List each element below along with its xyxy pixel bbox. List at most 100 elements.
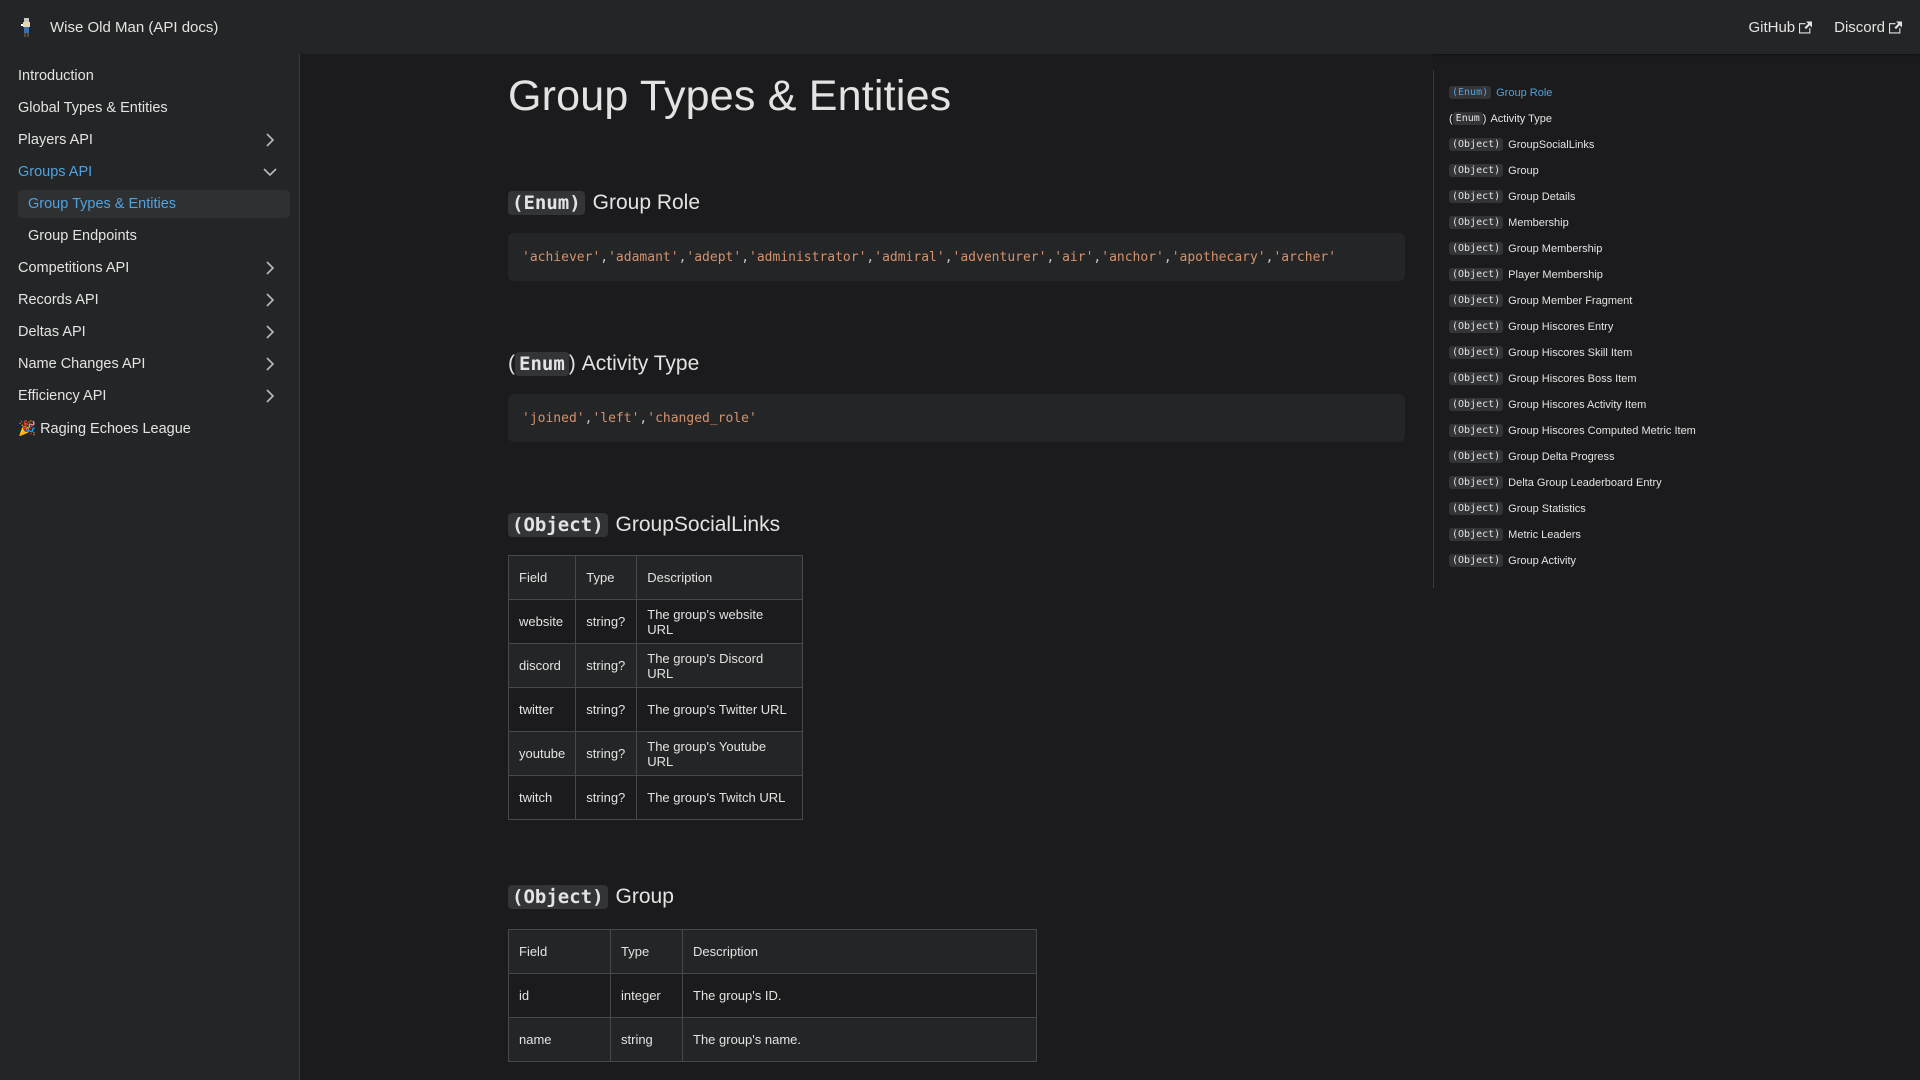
sidebar-item-introduction[interactable]: Introduction (9, 62, 290, 90)
toc-item[interactable]: (Object) Group Member Fragment (1449, 290, 1733, 311)
section-heading[interactable]: (Enum) Group Role (508, 191, 1405, 215)
sidebar-item-players-api[interactable]: Players API (9, 126, 290, 154)
table-of-contents: (Enum) Group Role (Enum) Activity Type (Obje… (1433, 70, 1733, 588)
type-tag: (Enum) (508, 191, 585, 215)
toc-item[interactable]: (Object) Group Hiscores Computed Metric I… (1449, 420, 1733, 441)
table-header-cell: Description (636, 555, 804, 600)
sidebar-item-label: Records API (18, 292, 99, 308)
sidebar-item-group-types[interactable]: Group Types & Entities (18, 190, 290, 218)
toc-item[interactable]: (Object) Group Activity (1449, 550, 1733, 571)
code-string: 'apothecary' (1171, 249, 1266, 265)
table-cell: youtube (507, 731, 577, 776)
toc-item[interactable]: (Object) Group Hiscores Boss Item (1449, 368, 1733, 389)
section-heading[interactable]: (Object) Group (508, 885, 1405, 909)
sidebar-item-name-changes-api[interactable]: Name Changes API (9, 350, 290, 378)
type-tag: (Object) (508, 885, 608, 909)
doc-article: Group Types & Entities (Enum) Group Role… (507, 54, 1405, 1062)
github-link[interactable]: GitHub (1748, 19, 1813, 36)
code-punctuation: , (584, 410, 593, 426)
sidebar-item-competitions-api[interactable]: Competitions API (9, 254, 290, 282)
toc-item[interactable]: (Object) Membership (1449, 212, 1733, 233)
sidebar-item-groups-api[interactable]: Groups API (9, 158, 290, 186)
section-heading-text: Activity Type (581, 352, 700, 375)
toc-item[interactable]: (Object) Group Details (1449, 186, 1733, 207)
table-cell: string? (575, 643, 638, 688)
sidebar-item-label: Groups API (18, 164, 93, 180)
chevron-right-icon[interactable] (259, 321, 281, 343)
sidebar-item-label: 🎉 Raging Echoes League (18, 420, 191, 437)
sidebar-item-efficiency-api[interactable]: Efficiency API (9, 382, 290, 410)
toc-item[interactable]: (Object) Group Hiscores Skill Item (1449, 342, 1733, 363)
table-cell: name (508, 1017, 611, 1062)
toc-item-label: Metric Leaders (1508, 528, 1581, 541)
toc-item[interactable]: (Object) Delta Group Leaderboard Entry (1449, 472, 1733, 493)
chevron-right-icon[interactable] (259, 385, 281, 407)
sidebar-item-deltas-api[interactable]: Deltas API (9, 318, 290, 346)
sidebar-item-label: Group Endpoints (28, 228, 137, 244)
sidebar-item-records-api[interactable]: Records API (9, 286, 290, 314)
code-string: 'achiever' (522, 249, 601, 265)
code-block: 'achiever', 'adamant', 'adept', 'adminis… (508, 233, 1405, 281)
table-row: twitter string? The group's Twitter URL (507, 687, 804, 732)
toc-type-tag: (Object) (1449, 372, 1504, 385)
table-cell: string (610, 1017, 683, 1062)
sidebar-item-raging-echoes-league[interactable]: 🎉 Raging Echoes League (9, 414, 290, 442)
section-heading[interactable]: (Object) GroupSocialLinks (508, 513, 1405, 537)
toc-item[interactable]: (Object) Group Delta Progress (1449, 446, 1733, 467)
sidebar-item-global-types[interactable]: Global Types & Entities (9, 94, 290, 122)
toc-type-tag: (Object) (1449, 346, 1504, 359)
table-header-cell: Field (507, 555, 577, 600)
navbar: Wise Old Man (API docs) GitHub Discord (0, 0, 1920, 54)
section-group-social-links: (Object) GroupSocialLinks Field Type Descr… (507, 513, 1405, 820)
toc-item[interactable]: (Object) Player Membership (1449, 264, 1733, 285)
toc-type-tag: (Object) (1449, 190, 1504, 203)
discord-link[interactable]: Discord (1834, 19, 1902, 36)
paren-open: ( (508, 352, 515, 375)
table-cell: website (507, 599, 577, 644)
table-header-cell: Field (508, 929, 611, 974)
type-tag: (Object) (508, 513, 608, 537)
toc-item-label: GroupSocialLinks (1508, 138, 1595, 151)
chevron-right-icon[interactable] (259, 289, 281, 311)
table-cell: The group's ID. (682, 973, 1037, 1018)
toc-item-label: Group Activity (1508, 554, 1577, 567)
toc-item-label: Player Membership (1508, 268, 1603, 281)
sidebar-item-group-endpoints[interactable]: Group Endpoints (18, 222, 290, 250)
code-punctuation: , (1163, 249, 1172, 265)
table-cell: twitch (507, 775, 577, 820)
toc-item-label: Group Statistics (1508, 502, 1586, 515)
toc-item[interactable]: (Enum) Activity Type (1449, 108, 1733, 129)
table-row: twitch string? The group's Twitch URL (507, 775, 804, 820)
chevron-right-icon[interactable] (259, 257, 281, 279)
section-heading[interactable]: ( Enum ) Activity Type (508, 352, 1405, 376)
table-cell: discord (507, 643, 577, 688)
toc-item[interactable]: (Object) Metric Leaders (1449, 524, 1733, 545)
section-activity-type: ( Enum ) Activity Type 'joined', 'left',… (508, 352, 1405, 442)
wise-old-man-logo-icon (18, 16, 34, 38)
toc-type-tag: (Object) (1449, 502, 1504, 515)
chevron-down-icon[interactable] (259, 161, 281, 183)
chevron-right-icon[interactable] (259, 129, 281, 151)
code-string: 'administrator' (749, 249, 867, 265)
toc-type-tag: Enum (1452, 112, 1483, 125)
toc-item[interactable]: (Object) Group Membership (1449, 238, 1733, 259)
toc-item[interactable]: (Object) Group Hiscores Activity Item (1449, 394, 1733, 415)
chevron-right-icon[interactable] (259, 353, 281, 375)
section-heading-text: GroupSocialLinks (615, 513, 781, 536)
discord-link-label: Discord (1834, 18, 1885, 36)
code-punctuation: , (1093, 249, 1102, 265)
toc-item-label: Group Hiscores Skill Item (1508, 346, 1633, 359)
toc-item[interactable]: (Enum) Group Role (1449, 82, 1733, 103)
fields-table: Field Type Description id integer The group's… (508, 929, 1037, 1062)
table-cell: The group's Twitter URL (636, 687, 804, 732)
brand-title: Wise Old Man (API docs) (50, 18, 219, 36)
table-row: website string? The group's website URL (507, 599, 804, 644)
table-row: youtube string? The group's Youtube URL (507, 731, 804, 776)
toc-item-label: Activity Type (1490, 112, 1552, 125)
brand-link[interactable]: Wise Old Man (API docs) (18, 16, 218, 38)
toc-item[interactable]: (Object) Group Hiscores Entry (1449, 316, 1733, 337)
code-punctuation: , (678, 249, 687, 265)
toc-item[interactable]: (Object) Group Statistics (1449, 498, 1733, 519)
toc-item[interactable]: (Object) Group (1449, 160, 1733, 181)
toc-item[interactable]: (Object) GroupSocialLinks (1449, 134, 1733, 155)
